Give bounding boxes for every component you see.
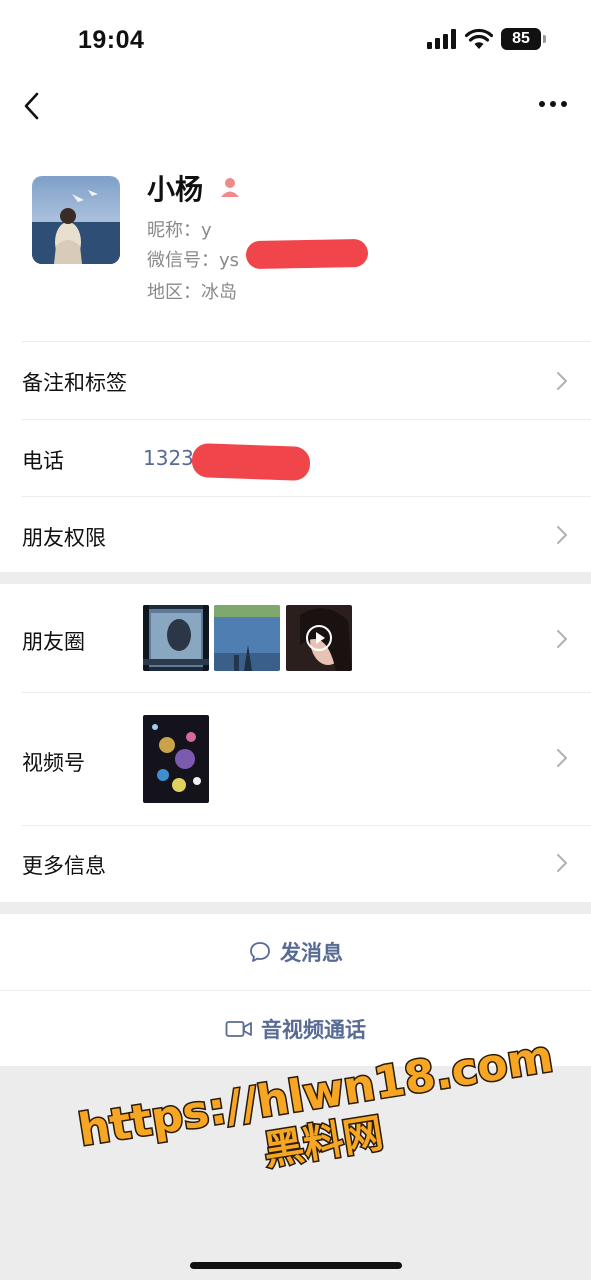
channels-label: 视频号: [22, 751, 85, 775]
moments-row[interactable]: 朋友圈: [0, 584, 591, 692]
more-icon[interactable]: [537, 92, 569, 116]
divider: [22, 825, 591, 826]
divider: [22, 692, 591, 693]
chat-bubble-icon: [250, 942, 270, 962]
signal-icon: [427, 29, 456, 49]
section-gap: [0, 572, 591, 584]
video-camera-icon: [225, 1020, 252, 1037]
battery-icon: 85: [501, 28, 546, 50]
moments-thumbnail: [214, 605, 280, 671]
person-icon: [221, 178, 239, 197]
send-message-button[interactable]: 发消息: [0, 914, 591, 990]
more-info-row[interactable]: 更多信息: [0, 825, 591, 902]
divider: [22, 496, 591, 497]
status-time: 19:04: [78, 26, 145, 54]
moments-label: 朋友圈: [22, 630, 85, 654]
profile-header: 小杨 昵称：y 微信号：ys 地区：冰岛: [0, 138, 591, 341]
permissions-row[interactable]: 朋友权限: [0, 496, 591, 572]
redaction-mark: [245, 238, 369, 270]
remarks-label: 备注和标签: [22, 371, 127, 395]
chevron-right-icon: [557, 372, 567, 390]
watermark: https://hlwn18.com 黑料网: [74, 1038, 558, 1176]
nav-bar: [0, 78, 591, 138]
permissions-label: 朋友权限: [22, 526, 106, 550]
divider: [22, 419, 591, 420]
phone-label: 电话: [22, 449, 64, 473]
redaction-mark: [191, 442, 311, 482]
avatar[interactable]: [32, 176, 120, 264]
chevron-right-icon: [557, 749, 567, 767]
home-indicator[interactable]: [190, 1262, 402, 1269]
section-gap: [0, 902, 591, 914]
region-text: 地区：冰岛: [147, 282, 237, 303]
send-message-label: 发消息: [280, 941, 343, 965]
phone-number[interactable]: 1323: [143, 446, 194, 470]
channels-thumbnail: [143, 715, 209, 803]
nickname-text: 昵称：y: [147, 220, 212, 241]
divider: [22, 341, 591, 342]
status-bar: 19:04 85: [0, 0, 591, 78]
chevron-right-icon: [557, 526, 567, 544]
contact-name: 小杨: [147, 173, 204, 206]
back-icon[interactable]: [18, 88, 48, 124]
wechat-id-text: 微信号：ys: [147, 250, 240, 271]
more-info-label: 更多信息: [22, 854, 106, 878]
chevron-right-icon: [557, 630, 567, 648]
moments-thumbnail: [286, 605, 352, 671]
status-icons: 85: [427, 28, 546, 50]
wifi-icon: [465, 28, 493, 49]
channels-row[interactable]: 视频号: [0, 692, 591, 825]
remarks-row[interactable]: 备注和标签: [0, 341, 591, 419]
moments-thumbnail: [143, 605, 209, 671]
chevron-right-icon: [557, 854, 567, 872]
